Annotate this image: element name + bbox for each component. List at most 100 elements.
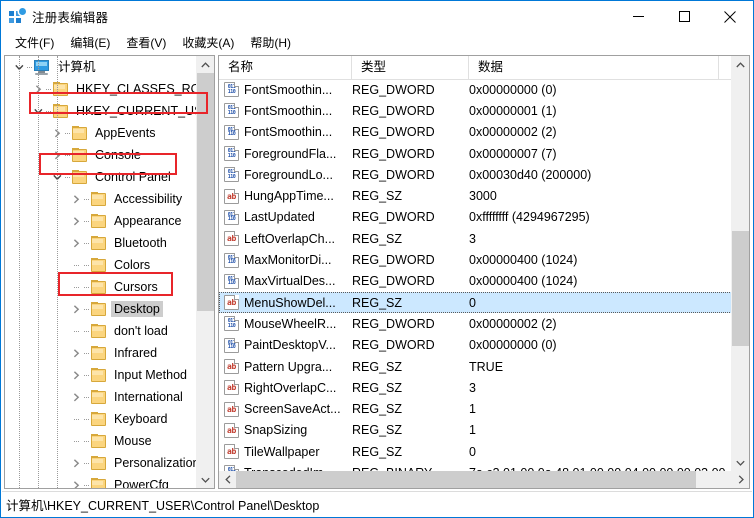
chevron-right-icon[interactable] [68,188,84,210]
tree-item-label: Appearance [114,214,182,228]
chevron-right-icon[interactable] [68,298,84,320]
menu-view[interactable]: 查看(V) [119,32,175,54]
tree-item-don-t-load[interactable]: don't load [5,320,197,342]
chevron-right-icon[interactable] [68,210,84,232]
column-header-name[interactable]: 名称 [219,56,352,79]
list-scroll-left-icon[interactable] [219,471,236,488]
tree-item-label: Desktop [111,301,163,317]
registry-value-row[interactable]: 011 110 MouseWheelR... REG_DWORD 0x00000002 … [219,313,732,334]
tree-item-bluetooth[interactable]: Bluetooth [5,232,197,254]
list-horizontal-scrollbar[interactable] [219,471,749,488]
chevron-right-icon[interactable] [68,232,84,254]
folder-icon [71,170,87,184]
registry-value-row[interactable]: ab Pattern Upgra... REG_SZ TRUE [219,356,732,377]
tree-item-hkey-classes-root[interactable]: HKEY_CLASSES_ROOT [5,78,197,100]
value-name-cell: 011 110 MaxMonitorDi... [219,252,352,268]
registry-value-row[interactable]: 011 110 PaintDesktopV... REG_DWORD 0x0000000… [219,335,732,356]
minimize-button[interactable] [615,1,661,32]
list-hscrollbar-thumb[interactable] [236,471,696,488]
menu-edit[interactable]: 编辑(E) [63,32,119,54]
value-type-cell: REG_DWORD [352,167,435,182]
registry-value-row[interactable]: 011 110 MaxMonitorDi... REG_DWORD 0x00000400… [219,249,732,270]
list-scroll-right-icon[interactable] [732,471,749,488]
value-data-cell: 0x00000000 (0) [469,82,557,97]
tree-guide-line [19,56,20,488]
chevron-right-icon[interactable] [68,386,84,408]
tree-item-colors[interactable]: Colors [5,254,197,276]
column-header-type[interactable]: 类型 [352,56,469,79]
value-type-cell: REG_SZ [352,359,403,374]
registry-value-row[interactable]: 011 110 ForegroundFla... REG_DWORD 0x0000000… [219,143,732,164]
registry-value-row[interactable]: 011 110 FontSmoothin... REG_DWORD 0x00000001… [219,100,732,121]
column-header-data[interactable]: 数据 [469,56,719,79]
tree-item-label: Mouse [114,434,152,448]
list-vertical-scrollbar[interactable] [731,56,749,471]
registry-value-row[interactable]: ab MenuShowDel... REG_SZ 0 [219,291,732,314]
list-scrollbar-thumb[interactable] [732,231,749,346]
registry-value-row[interactable]: ab RightOverlapC... REG_SZ 3 [219,377,732,398]
tree-item-mouse[interactable]: Mouse [5,430,197,452]
registry-value-row[interactable]: 011110TranscodedIm...REG_BINARY7a c3 01 … [219,462,732,471]
tree-item-input-method[interactable]: Input Method [5,364,197,386]
menu-help[interactable]: 帮助(H) [243,32,300,54]
value-name-cell: ab SnapSizing [219,422,352,438]
chevron-right-icon[interactable] [68,364,84,386]
tree-item-hkey-current-user[interactable]: HKEY_CURRENT_USER [5,100,197,122]
registry-value-row[interactable]: ab HungAppTime... REG_SZ 3000 [219,185,732,206]
tree-item-label: Input Method [114,368,187,382]
registry-value-row[interactable]: ab LeftOverlapCh... REG_SZ 3 [219,228,732,249]
close-button[interactable] [707,1,753,32]
value-name-cell: ab Pattern Upgra... [219,359,352,374]
tree-item-control-panel[interactable]: Control Panel [5,166,197,188]
tree-item-label: HKEY_CLASSES_ROOT [76,82,197,96]
dword-value-icon: 011 110 [224,82,239,98]
tree-item-desktop[interactable]: Desktop [5,298,197,320]
value-type-cell: REG_SZ [352,295,403,310]
tree-item-console[interactable]: Console [5,144,197,166]
tree-item-appearance[interactable]: Appearance [5,210,197,232]
tree-item-accessibility[interactable]: Accessibility [5,188,197,210]
tree-scrollbar-thumb[interactable] [197,73,214,311]
tree-item-[interactable]: 计算机 [5,56,197,78]
folder-icon [90,456,106,470]
list-scroll-up-icon[interactable] [732,56,749,73]
value-name: ForegroundFla... [244,146,337,161]
value-data-cell: 3 [469,380,476,395]
value-type-cell: REG_DWORD [352,125,435,140]
tree-item-label: International [114,390,183,404]
registry-value-row[interactable]: 011 110 LastUpdated REG_DWORD 0xffffffff (42… [219,207,732,228]
registry-value-row[interactable]: ab ScreenSaveAct... REG_SZ 1 [219,398,732,419]
tree-item-cursors[interactable]: Cursors [5,276,197,298]
window-controls [615,1,753,32]
tree-item-international[interactable]: International [5,386,197,408]
chevron-right-icon[interactable] [68,452,84,474]
registry-value-row[interactable]: 011 110 FontSmoothin... REG_DWORD 0x00000002… [219,122,732,143]
registry-values-list[interactable]: 011 110 FontSmoothin... REG_DWORD 0x00000000… [219,79,732,471]
registry-value-row[interactable]: ab SnapSizing REG_SZ 1 [219,420,732,441]
menu-file[interactable]: 文件(F) [8,32,63,54]
dword-value-icon: 011 110 [224,124,239,140]
maximize-button[interactable] [661,1,707,32]
menu-bar: 文件(F) 编辑(E) 查看(V) 收藏夹(A) 帮助(H) [1,32,753,54]
menu-favorites[interactable]: 收藏夹(A) [175,32,243,54]
tree-item-personalization[interactable]: Personalization [5,452,197,474]
tree-item-infrared[interactable]: Infrared [5,342,197,364]
value-name: PaintDesktopV... [244,338,336,353]
tree-guide-line [38,56,39,488]
tree-vertical-scrollbar[interactable] [196,56,214,488]
value-name: FontSmoothin... [244,103,333,118]
chevron-right-icon[interactable] [68,342,84,364]
tree-scroll-up-icon[interactable] [197,56,214,73]
list-scroll-down-icon[interactable] [732,454,749,471]
tree-item-appevents[interactable]: AppEvents [5,122,197,144]
chevron-right-icon[interactable] [68,474,84,488]
registry-value-row[interactable]: 011 110 ForegroundLo... REG_DWORD 0x00030d40… [219,164,732,185]
registry-tree[interactable]: 计算机 HKEY_CLASSES_ROOT HKEY_CURRENT_USER App… [5,56,197,488]
tree-item-keyboard[interactable]: Keyboard [5,408,197,430]
registry-value-row[interactable]: 011 110 FontSmoothin... REG_DWORD 0x00000000… [219,79,732,100]
tree-scroll-down-icon[interactable] [197,471,214,488]
registry-value-row[interactable]: ab TileWallpaper REG_SZ 0 [219,441,732,462]
tree-item-powercfg[interactable]: PowerCfg [5,474,197,488]
value-data-cell: 1 [469,402,476,417]
registry-value-row[interactable]: 011 110 MaxVirtualDes... REG_DWORD 0x0000040… [219,271,732,292]
